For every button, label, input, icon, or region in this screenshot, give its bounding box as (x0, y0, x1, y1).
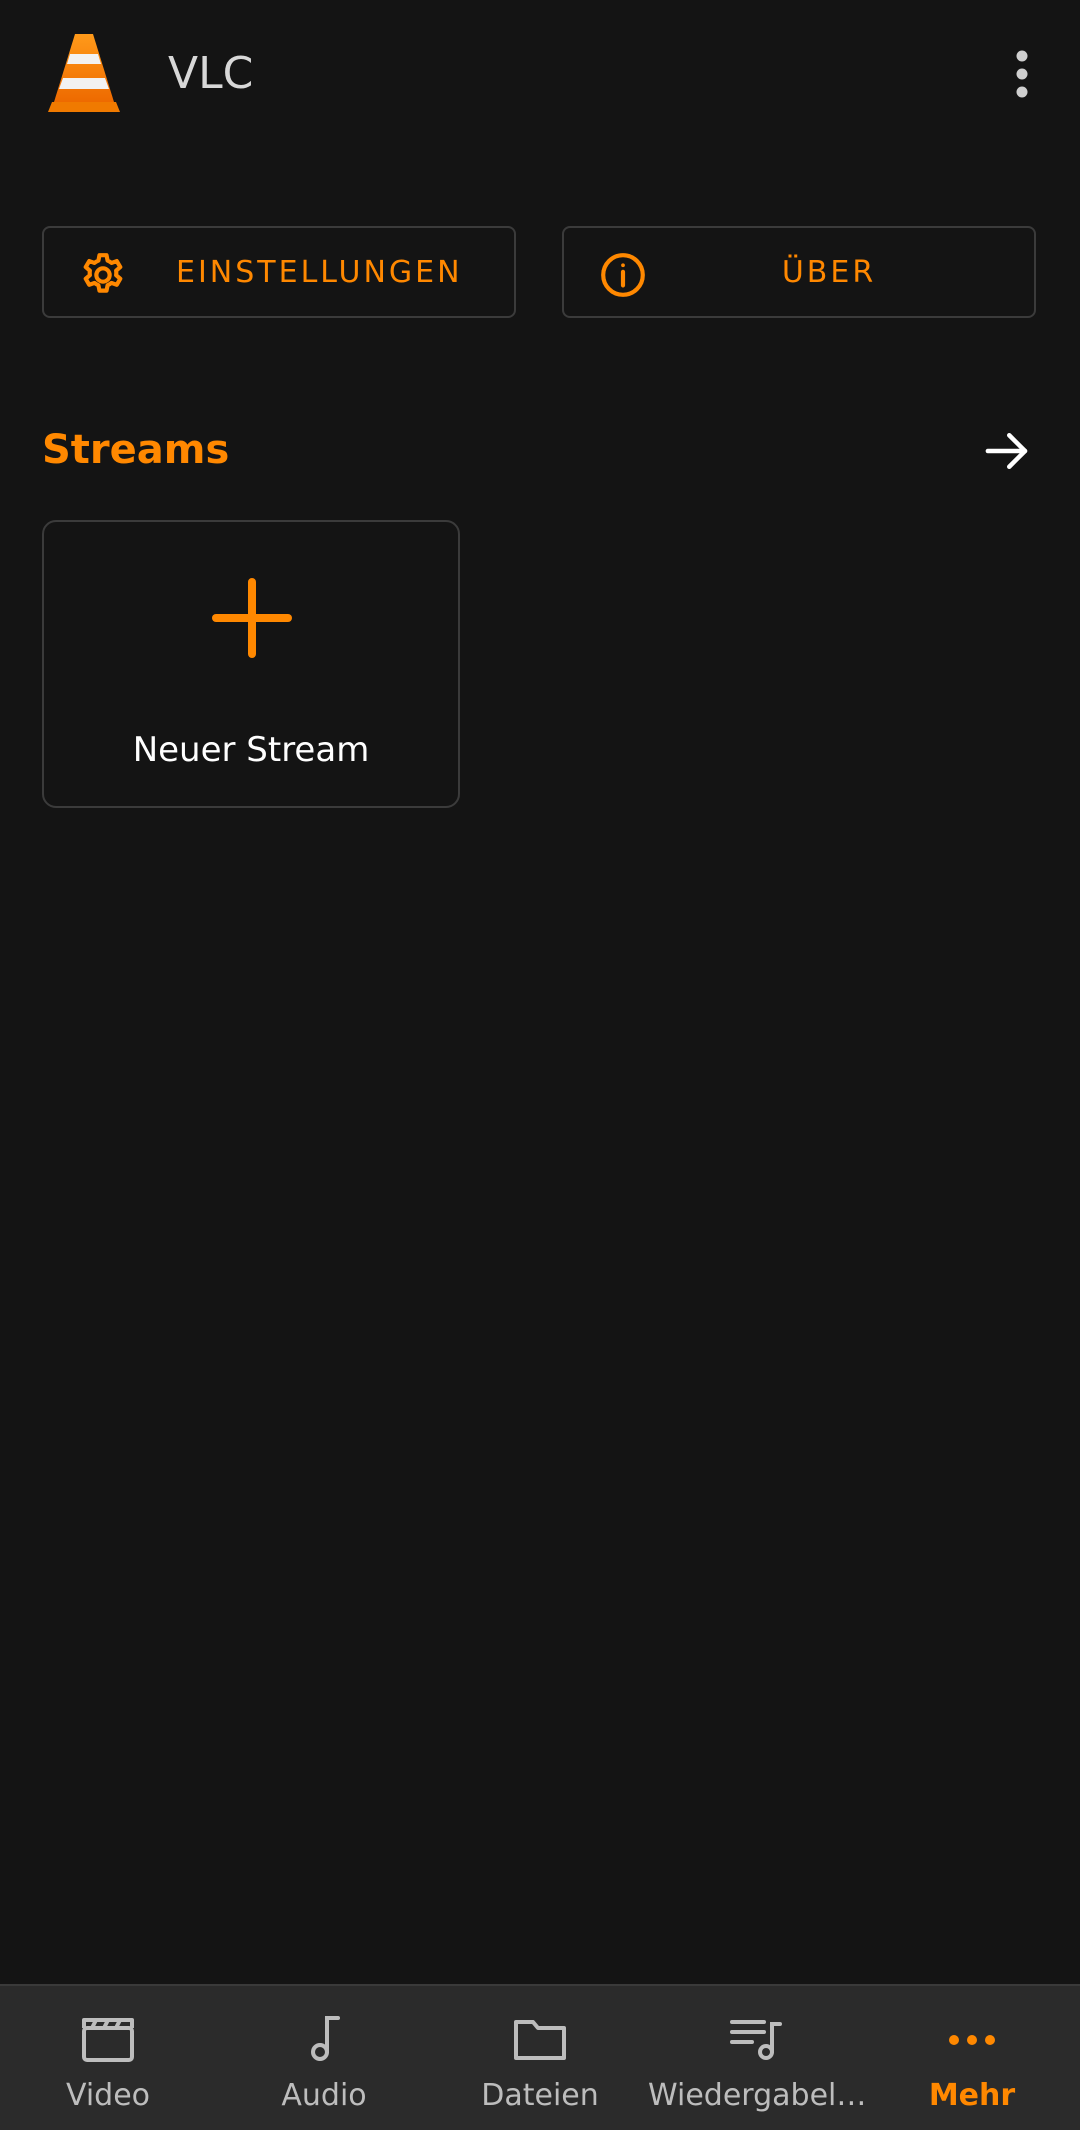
gear-icon (78, 250, 128, 300)
about-button-label: ÜBER (781, 254, 877, 290)
music-note-icon (296, 2014, 352, 2064)
nav-label-video: Video (65, 2078, 151, 2113)
clapperboard-icon (80, 2014, 136, 2064)
nav-item-audio[interactable]: Audio (216, 1986, 432, 2130)
streams-section-title: Streams (42, 427, 230, 473)
nav-item-more[interactable]: Mehr (864, 1986, 1080, 2130)
new-stream-card[interactable]: Neuer Stream (42, 520, 460, 808)
nav-label-audio: Audio (281, 2078, 367, 2113)
app-bar: VLC (0, 0, 1080, 150)
more-vert-icon[interactable] (998, 46, 1046, 102)
new-stream-label: Neuer Stream (132, 730, 370, 770)
bottom-navigation: Video Audio Dateien Wiedergabel… Mehr (0, 1984, 1080, 2130)
plus-icon (212, 578, 292, 658)
arrow-right-icon[interactable] (980, 424, 1034, 478)
folder-icon (512, 2014, 568, 2064)
playlist-icon (728, 2014, 784, 2064)
nav-label-playlists: Wiedergabel… (648, 2078, 864, 2113)
settings-button[interactable]: EINSTELLUNGEN (42, 226, 516, 318)
more-horiz-icon (944, 2014, 1000, 2064)
nav-label-files: Dateien (481, 2078, 599, 2113)
settings-button-label: EINSTELLUNGEN (176, 254, 463, 290)
nav-label-more: Mehr (928, 2078, 1016, 2113)
nav-item-playlists[interactable]: Wiedergabel… (648, 1986, 864, 2130)
action-buttons: EINSTELLUNGEN ÜBER (42, 226, 1038, 322)
app-title: VLC (168, 48, 254, 99)
vlc-cone-icon (44, 32, 124, 116)
nav-item-video[interactable]: Video (0, 1986, 216, 2130)
nav-item-files[interactable]: Dateien (432, 1986, 648, 2130)
about-button[interactable]: ÜBER (562, 226, 1036, 318)
